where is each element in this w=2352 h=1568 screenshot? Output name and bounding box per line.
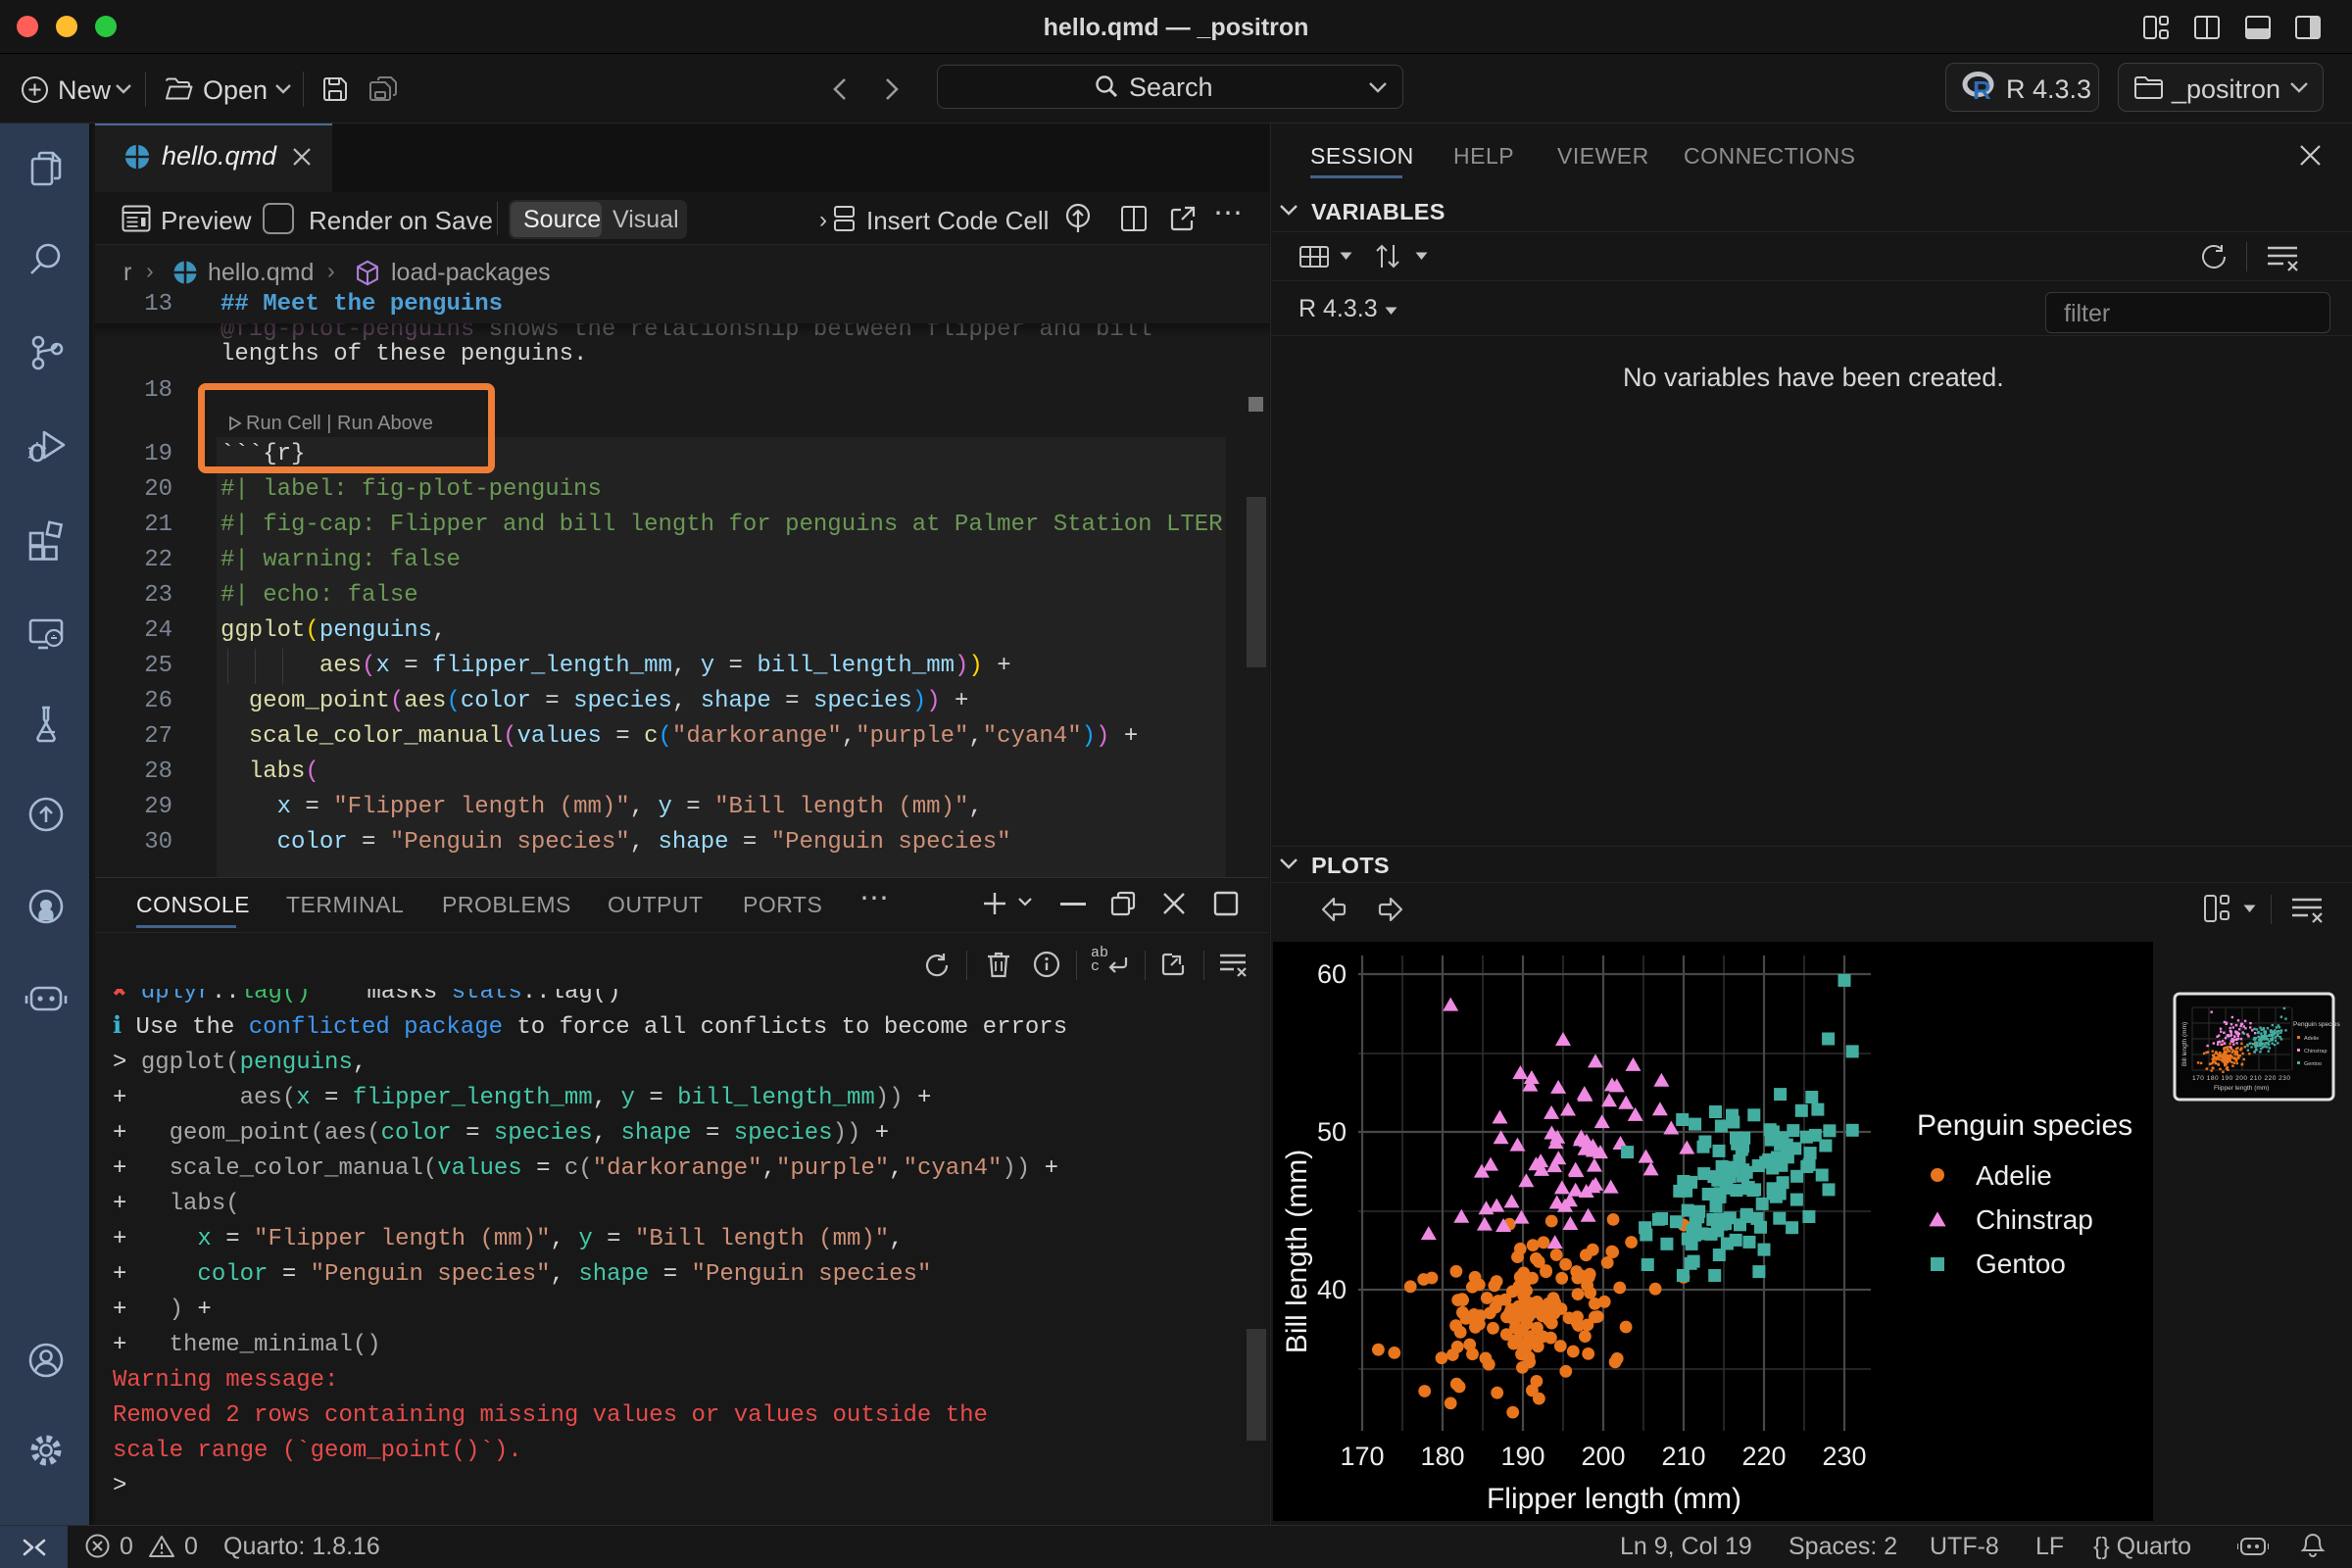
svg-text:170 180 190 200 210 220 230: 170 180 190 200 210 220 230	[2192, 1075, 2290, 1082]
svg-text:Gentoo: Gentoo	[2304, 1061, 2322, 1067]
svg-text:180: 180	[1420, 1442, 1464, 1471]
svg-text:230: 230	[1822, 1442, 1866, 1471]
svg-text:Penguin species: Penguin species	[1917, 1109, 2132, 1142]
svg-text:Adelie: Adelie	[1976, 1160, 2052, 1191]
svg-text:170: 170	[1340, 1442, 1384, 1471]
svg-text:220: 220	[1741, 1442, 1786, 1471]
svg-text:Gentoo: Gentoo	[1976, 1249, 2066, 1279]
svg-text:Bill length (mm): Bill length (mm)	[1281, 1150, 1313, 1353]
svg-text:Bill length (mm): Bill length (mm)	[2181, 1022, 2188, 1066]
svg-text:Flipper length (mm): Flipper length (mm)	[2214, 1085, 2269, 1092]
svg-text:Chinstrap: Chinstrap	[2304, 1049, 2328, 1054]
svg-text:60: 60	[1317, 959, 1347, 989]
svg-text:Penguin species: Penguin species	[2293, 1021, 2340, 1028]
svg-text:Flipper length (mm): Flipper length (mm)	[1487, 1483, 1741, 1515]
svg-text:Adelie: Adelie	[2304, 1036, 2319, 1042]
svg-text:210: 210	[1661, 1442, 1705, 1471]
svg-text:40: 40	[1317, 1275, 1347, 1304]
svg-text:50: 50	[1317, 1117, 1347, 1147]
svg-text:190: 190	[1500, 1442, 1544, 1471]
svg-text:200: 200	[1581, 1442, 1625, 1471]
svg-text:Chinstrap: Chinstrap	[1976, 1204, 2093, 1235]
